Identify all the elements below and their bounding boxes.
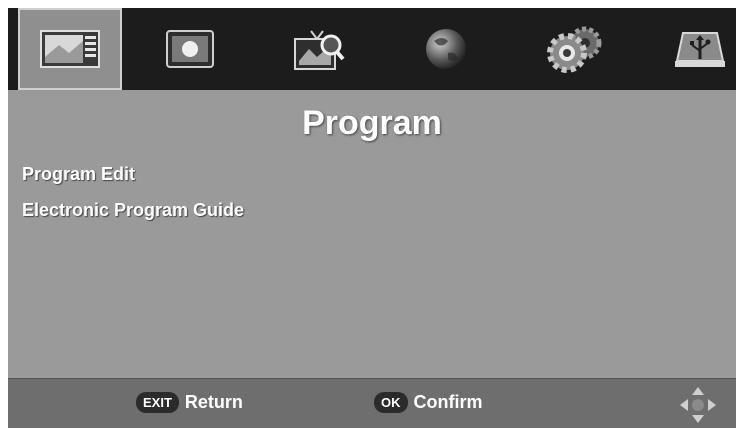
tab-option[interactable] xyxy=(522,8,626,90)
menu-list: Program Edit Electronic Program Guide xyxy=(22,164,244,236)
page-title: Program xyxy=(302,104,442,142)
tab-program[interactable] xyxy=(18,8,122,90)
tab-channel-search[interactable] xyxy=(266,8,370,90)
picture-icon xyxy=(166,30,214,68)
ok-hint: OK Confirm xyxy=(374,392,483,413)
menu-item-program-edit[interactable]: Program Edit xyxy=(22,164,244,200)
menu-tab-bar xyxy=(8,8,736,90)
exit-key-badge: EXIT xyxy=(136,392,179,413)
time-globe-icon xyxy=(426,29,466,69)
return-label: Return xyxy=(184,392,243,412)
menu-item-electronic-program-guide[interactable]: Electronic Program Guide xyxy=(22,200,244,236)
tv-menu-screen: Program Program Edit Electronic Program … xyxy=(8,8,736,428)
footer-bar: EXIT Return OK Confirm xyxy=(8,378,736,428)
tab-picture[interactable] xyxy=(138,8,242,90)
navigation-arrows-icon xyxy=(680,387,716,423)
program-icon xyxy=(40,30,100,68)
confirm-label: Confirm xyxy=(413,392,483,412)
usb-icon xyxy=(675,32,725,67)
tab-usb[interactable] xyxy=(648,8,736,90)
ok-key-badge: OK xyxy=(374,392,408,413)
tab-time[interactable] xyxy=(394,8,498,90)
option-gears-icon xyxy=(547,26,602,73)
exit-hint: EXIT Return xyxy=(136,392,243,413)
channel-search-icon xyxy=(294,30,345,70)
